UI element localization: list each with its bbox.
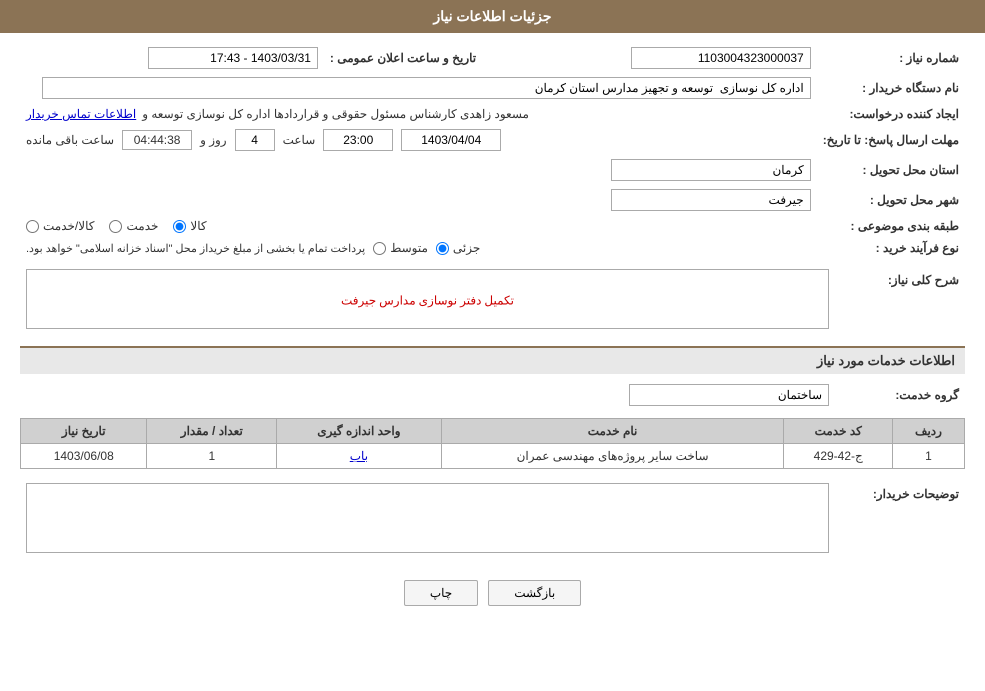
tarikh-elaan-input[interactable] — [148, 47, 318, 69]
nam-dastgah-input[interactable] — [42, 77, 811, 99]
saat-label: ساعت — [283, 133, 316, 147]
ijad-konande-label: ایجاد کننده درخواست: — [817, 103, 965, 125]
button-row: بازگشت چاپ — [20, 580, 965, 606]
services-table: ردیف کد خدمت نام خدمت واحد اندازه گیری ت… — [20, 418, 965, 469]
saat-value-input[interactable] — [323, 129, 393, 151]
mohlat-date-input[interactable] — [401, 129, 501, 151]
kala-khedmat-label: کالا/خدمت — [43, 219, 94, 233]
timer-display: 04:44:38 — [122, 130, 192, 150]
tabaqebandi-label: طبقه بندی موضوعی : — [817, 215, 965, 237]
mohlat-label: مهلت ارسال پاسخ: تا تاریخ: — [817, 125, 965, 155]
roz-value-input[interactable] — [235, 129, 275, 151]
sharh-textarea[interactable] — [26, 269, 829, 329]
chap-button[interactable]: چاپ — [404, 580, 478, 606]
tamas-khardar-link[interactable]: اطلاعات تماس خریدار — [26, 107, 136, 121]
kala-label: کالا — [190, 219, 206, 233]
khadamat-section-header: اطلاعات خدمات مورد نیاز — [20, 346, 965, 374]
group-label: گروه خدمت: — [835, 380, 965, 410]
shomare-niaz-label: شماره نیاز : — [817, 43, 965, 73]
shahr-input[interactable] — [611, 189, 811, 211]
radio-kala-khedmat-input[interactable] — [26, 220, 39, 233]
motavasset-label: متوسط — [390, 241, 428, 255]
farayand-note: پرداخت تمام یا بخشی از مبلغ خریداز محل "… — [26, 242, 365, 255]
col-tarikh: تاریخ نیاز — [21, 419, 147, 444]
radio-kala-input[interactable] — [173, 220, 186, 233]
sharh-label: شرح کلی نیاز: — [835, 265, 965, 336]
shahr-label: شهر محل تحویل : — [817, 185, 965, 215]
cell-code: ج-42-429 — [784, 444, 893, 469]
ijad-konande-text: مسعود زاهدی کارشناس مسئول حقوقی و قراردا… — [142, 107, 529, 121]
col-tedad: تعداد / مقدار — [147, 419, 277, 444]
bazgasht-button[interactable]: بازگشت — [488, 580, 581, 606]
ostan-input[interactable] — [611, 159, 811, 181]
radio-jozee-input[interactable] — [436, 242, 449, 255]
group-input[interactable] — [629, 384, 829, 406]
cell-radif: 1 — [892, 444, 964, 469]
shomare-niaz-input[interactable] — [631, 47, 811, 69]
radio-jozee[interactable]: جزئی — [436, 241, 480, 255]
col-vahed: واحد اندازه گیری — [277, 419, 441, 444]
jozee-label: جزئی — [453, 241, 480, 255]
noe-farayand-label: نوع فرآیند خرید : — [817, 237, 965, 259]
radio-motavasset[interactable]: متوسط — [373, 241, 428, 255]
taziat-textarea[interactable] — [26, 483, 829, 553]
baqi-mande-label: ساعت باقی مانده — [26, 133, 114, 147]
taziat-label: توضیحات خریدار: — [835, 479, 965, 560]
cell-tarikh: 1403/06/08 — [21, 444, 147, 469]
tarikh-elaan-label: تاریخ و ساعت اعلان عمومی : — [324, 43, 496, 73]
col-radif: ردیف — [892, 419, 964, 444]
ostan-label: استان محل تحویل : — [817, 155, 965, 185]
radio-kala-khedmat[interactable]: کالا/خدمت — [26, 219, 94, 233]
cell-tedad: 1 — [147, 444, 277, 469]
cell-name: ساخت سایر پروژه‌های مهندسی عمران — [441, 444, 784, 469]
nam-dastgah-label: نام دستگاه خریدار : — [817, 73, 965, 103]
page-title: جزئیات اطلاعات نیاز — [0, 0, 985, 33]
radio-kala[interactable]: کالا — [173, 219, 206, 233]
radio-khedmat[interactable]: خدمت — [109, 219, 158, 233]
radio-motavasset-input[interactable] — [373, 242, 386, 255]
col-code: کد خدمت — [784, 419, 893, 444]
roz-label: روز و — [200, 133, 227, 147]
khedmat-label: خدمت — [126, 219, 158, 233]
radio-khedmat-input[interactable] — [109, 220, 122, 233]
cell-vahed[interactable]: باب — [277, 444, 441, 469]
table-row: 1 ج-42-429 ساخت سایر پروژه‌های مهندسی عم… — [21, 444, 965, 469]
col-name: نام خدمت — [441, 419, 784, 444]
